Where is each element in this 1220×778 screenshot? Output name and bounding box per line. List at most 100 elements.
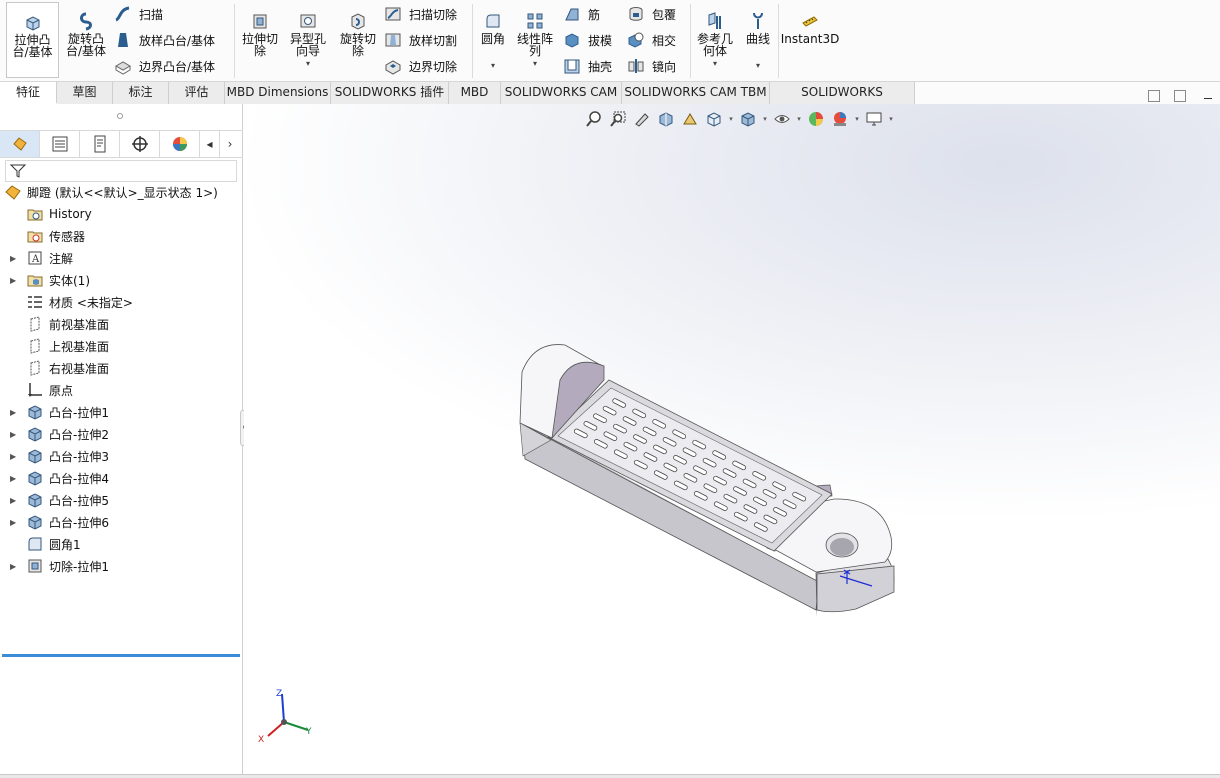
- hide-show-items-button[interactable]: [770, 108, 794, 130]
- revolve-boss-button[interactable]: 旋转凸 台/基体: [60, 2, 112, 78]
- tile-right-icon[interactable]: [1174, 90, 1186, 102]
- expand-arrow-icon[interactable]: ▶: [10, 562, 16, 571]
- reference-geometry-dropdown[interactable]: ▾: [713, 58, 717, 70]
- apply-scene-button[interactable]: [828, 108, 852, 130]
- tree-item[interactable]: ▶ A 注解: [10, 247, 73, 269]
- tab-solidworks-cam[interactable]: SOLIDWORKS CAM: [501, 82, 622, 104]
- tree-item[interactable]: 前视基准面: [26, 313, 109, 335]
- tree-item[interactable]: ▶ 凸台-拉伸5: [10, 489, 109, 511]
- sweep-button[interactable]: 扫描: [114, 4, 163, 24]
- apply-scene-dropdown[interactable]: ▾: [852, 115, 862, 123]
- tree-filter-bar[interactable]: [5, 160, 237, 182]
- tab-scroll-left[interactable]: ◂: [200, 131, 220, 157]
- display-style-button[interactable]: [736, 108, 760, 130]
- tab-evaluate[interactable]: 评估: [169, 82, 225, 104]
- tab-mbd[interactable]: MBD: [449, 82, 501, 104]
- tree-item[interactable]: ▶ 切除-拉伸1: [10, 555, 109, 577]
- tree-item[interactable]: 右视基准面: [26, 357, 109, 379]
- tree-item[interactable]: 圆角1: [26, 533, 81, 555]
- edit-appearance-button[interactable]: [804, 108, 828, 130]
- display-style-dropdown[interactable]: ▾: [760, 115, 770, 123]
- tree-item[interactable]: ▶ 凸台-拉伸2: [10, 423, 109, 445]
- tree-item[interactable]: ▶ 凸台-拉伸1: [10, 401, 109, 423]
- intersect-button[interactable]: 相交: [627, 30, 676, 50]
- linear-pattern-dropdown[interactable]: ▾: [533, 58, 537, 70]
- tree-item[interactable]: ▶ 凸台-拉伸4: [10, 467, 109, 489]
- expand-arrow-icon[interactable]: ▶: [10, 408, 16, 417]
- configuration-manager-icon: [94, 135, 105, 153]
- shell-button[interactable]: 抽壳: [563, 56, 612, 76]
- bottom-tab-bar: [0, 774, 1220, 778]
- view-setting-dropdown[interactable]: ▾: [886, 115, 896, 123]
- expand-arrow-icon[interactable]: ▶: [10, 474, 16, 483]
- tree-item[interactable]: 上视基准面: [26, 335, 109, 357]
- tab-solidworks-cam-tbm[interactable]: SOLIDWORKS CAM TBM: [622, 82, 770, 104]
- reference-geometry-button[interactable]: 参考几 何体 ▾: [693, 2, 737, 78]
- tree-item[interactable]: ▶ 实体(1): [10, 269, 90, 291]
- expand-arrow-icon[interactable]: ▶: [10, 496, 16, 505]
- tab-solidworks-inspection[interactable]: SOLIDWORKS Inspection: [770, 82, 915, 120]
- expand-arrow-icon[interactable]: ▶: [10, 254, 16, 263]
- fillet-dropdown[interactable]: ▾: [491, 60, 495, 72]
- minimize-icon[interactable]: [1204, 98, 1212, 99]
- boundary-cut-button[interactable]: 边界切除: [384, 56, 457, 76]
- tab-features[interactable]: 特征: [0, 82, 57, 104]
- expand-arrow-icon[interactable]: ▶: [10, 452, 16, 461]
- tab-sketch[interactable]: 草图: [57, 82, 113, 104]
- tree-item[interactable]: 原点: [26, 379, 73, 401]
- fillet-button[interactable]: 圆角 ▾: [474, 2, 512, 78]
- linear-pattern-button[interactable]: 线性阵 列 ▾: [514, 2, 556, 78]
- extrude-boss-button[interactable]: 拉伸凸 台/基体: [6, 2, 59, 78]
- rib-button[interactable]: 筋: [563, 4, 600, 24]
- view-orientation-dropdown[interactable]: ▾: [726, 115, 736, 123]
- graphics-area[interactable]: Z Y X: [244, 104, 1220, 774]
- panel-grip-icon[interactable]: [117, 113, 123, 119]
- tree-item[interactable]: History: [26, 203, 92, 225]
- tab-mbd-dimensions[interactable]: MBD Dimensions: [225, 82, 331, 104]
- dynamic-annotation-button[interactable]: [678, 108, 702, 130]
- view-orientation-button[interactable]: [702, 108, 726, 130]
- wrap-button[interactable]: 包覆: [627, 4, 676, 24]
- feature-tree-icon: [12, 137, 27, 151]
- mirror-button[interactable]: 镜向: [627, 56, 676, 76]
- swept-cut-button[interactable]: 扫描切除: [384, 4, 457, 24]
- expand-arrow-icon[interactable]: ▶: [10, 430, 16, 439]
- zoom-to-area-button[interactable]: [606, 108, 630, 130]
- extrude-cut-button[interactable]: 拉伸切 除: [237, 2, 283, 78]
- extrude-feature-icon: [28, 471, 42, 486]
- property-manager-tab[interactable]: [40, 131, 80, 157]
- rollback-bar[interactable]: [2, 654, 240, 657]
- tree-item[interactable]: ▶ 凸台-拉伸6: [10, 511, 109, 533]
- tab-markup[interactable]: 标注: [113, 82, 169, 104]
- section-view-button[interactable]: [654, 108, 678, 130]
- curves-button[interactable]: 曲线 ▾: [740, 2, 776, 78]
- view-setting-button[interactable]: [862, 108, 886, 130]
- hole-wizard-button[interactable]: 异型孔 向导 ▾: [285, 2, 331, 78]
- feature-manager-tab[interactable]: [0, 131, 40, 157]
- lofted-cut-button[interactable]: 放样切割: [384, 30, 457, 50]
- zoom-to-fit-button[interactable]: [582, 108, 606, 130]
- tree-item[interactable]: ▶ 凸台-拉伸3: [10, 445, 109, 467]
- draft-button[interactable]: 拔模: [563, 30, 612, 50]
- boundary-boss-button[interactable]: 边界凸台/基体: [114, 56, 215, 76]
- tile-left-icon[interactable]: [1148, 90, 1160, 102]
- hole-wizard-dropdown[interactable]: ▾: [306, 58, 310, 70]
- tree-item[interactable]: 传感器: [26, 225, 85, 247]
- revolve-cut-button[interactable]: 旋转切 除: [335, 2, 381, 78]
- tree-root-part[interactable]: 脚蹬 (默认<<默认>_显示状态 1>): [4, 181, 218, 203]
- tree-item[interactable]: 材质 <未指定>: [26, 291, 133, 313]
- instant3d-button[interactable]: Instant3D: [781, 2, 839, 78]
- configuration-manager-tab[interactable]: [80, 131, 120, 157]
- dimxpert-manager-tab[interactable]: [120, 131, 160, 157]
- display-manager-tab[interactable]: [160, 131, 200, 157]
- expand-arrow-icon[interactable]: ▶: [10, 276, 16, 285]
- tab-solidworks-addins[interactable]: SOLIDWORKS 插件: [331, 82, 449, 104]
- previous-view-button[interactable]: [630, 108, 654, 130]
- filter-icon[interactable]: [9, 163, 27, 179]
- loft-boss-button[interactable]: 放样凸台/基体: [114, 30, 215, 50]
- curves-dropdown[interactable]: ▾: [756, 60, 760, 72]
- tab-scroll-right[interactable]: ›: [220, 131, 240, 157]
- hide-show-dropdown[interactable]: ▾: [794, 115, 804, 123]
- expand-arrow-icon[interactable]: ▶: [10, 518, 16, 527]
- zoom-to-area-icon: [610, 111, 626, 127]
